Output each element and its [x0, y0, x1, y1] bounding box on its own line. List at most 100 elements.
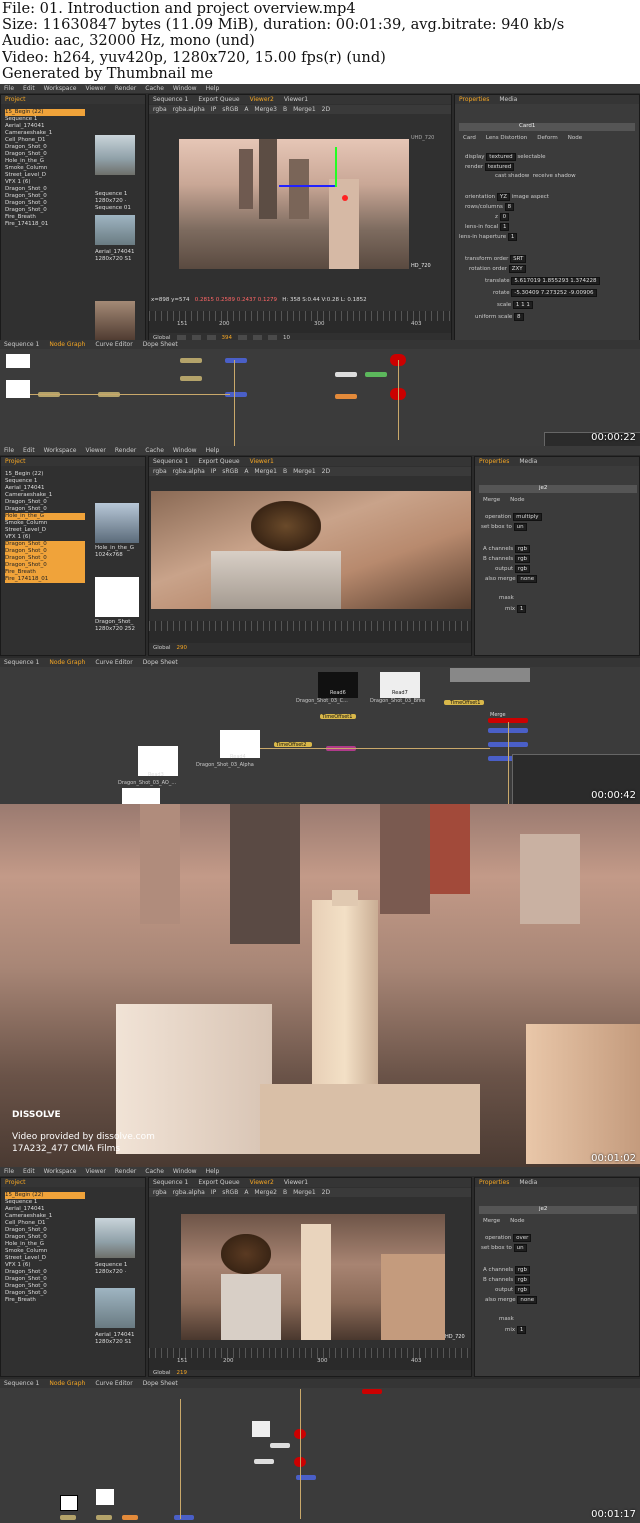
tree-item[interactable]: Fire_174118_01 [5, 576, 85, 583]
tree-item[interactable]: Fire_Breath [5, 214, 85, 221]
tree-item[interactable]: Smoke_Column [5, 165, 85, 172]
tab-viewer1[interactable]: Viewer1 [284, 1178, 308, 1187]
viewer-image-city[interactable] [179, 139, 409, 269]
tab-merge[interactable]: Merge [483, 497, 500, 503]
z-field[interactable]: 0 [499, 213, 510, 221]
tab-export-queue[interactable]: Export Queue [198, 1178, 239, 1187]
tree-item[interactable]: Aerial_174041 [5, 1206, 85, 1213]
alpha-select[interactable]: rgba.alpha [173, 105, 205, 114]
tree-item[interactable]: 15_Begin (22) [5, 1192, 85, 1199]
alpha-select[interactable]: rgba.alpha [173, 1188, 205, 1197]
tree-item[interactable]: Street_Level_D [5, 527, 85, 534]
b-channels-select[interactable]: rgb [514, 555, 531, 563]
tree-item[interactable]: Hole_in_the_G [5, 1241, 85, 1248]
node[interactable] [254, 1459, 274, 1464]
mix-field[interactable]: 1 [516, 1326, 527, 1334]
menu-cache[interactable]: Cache [145, 84, 164, 93]
menu-file[interactable]: File [4, 446, 14, 455]
display-select[interactable]: textured [486, 153, 516, 161]
read-thumbnail[interactable] [60, 1495, 78, 1511]
colorspace-select[interactable]: sRGB [222, 467, 238, 476]
tree-item[interactable]: Dragon_Shot_0 [5, 144, 85, 151]
also-merge-select[interactable]: none [517, 575, 538, 583]
b-input-select[interactable]: Merge1 [293, 105, 316, 114]
menu-window[interactable]: Window [173, 446, 197, 455]
tab-export-queue[interactable]: Export Queue [198, 95, 239, 104]
tab-viewer2[interactable]: Viewer2 [250, 1178, 274, 1187]
tree-item[interactable]: Dragon_Shot_0 [5, 200, 85, 207]
tree-item[interactable]: Cameraeshake_1 [5, 1213, 85, 1220]
viewer-image-dragon[interactable] [151, 491, 471, 609]
tab-card[interactable]: Card [463, 135, 476, 141]
tab-dope-sheet[interactable]: Dope Sheet [143, 658, 178, 667]
tab-properties[interactable]: Properties [459, 95, 489, 104]
also-merge-select[interactable]: none [517, 1296, 538, 1304]
menu-edit[interactable]: Edit [23, 446, 35, 455]
tab-sequence[interactable]: Sequence 1 [153, 1178, 188, 1187]
tab-dope-sheet[interactable]: Dope Sheet [143, 1379, 178, 1388]
gizmo-y-axis[interactable] [335, 147, 337, 187]
menu-viewer[interactable]: Viewer [85, 84, 105, 93]
tab-viewer2[interactable]: Viewer2 [250, 95, 274, 104]
node-name[interactable]: je2 [539, 485, 547, 491]
timeline[interactable]: 151 200 300 403 [149, 1348, 471, 1370]
node-thumbnail[interactable] [6, 380, 30, 398]
menu-workspace[interactable]: Workspace [44, 1167, 77, 1176]
tab-properties[interactable]: Properties [479, 1178, 509, 1187]
cast-shadow-check[interactable]: cast shadow [495, 173, 529, 179]
frame-field[interactable]: 290 [177, 645, 188, 651]
thumb-aerial[interactable] [95, 1288, 135, 1328]
thumb-hole[interactable] [95, 503, 139, 543]
tree-item[interactable]: Dragon_Shot_0 [5, 1290, 85, 1297]
ip-button[interactable]: IP [211, 467, 216, 476]
global-select[interactable]: Global [153, 645, 171, 651]
tree-item[interactable]: Sequence 1 [5, 478, 85, 485]
tree-item[interactable]: VFX 1 (6) [5, 1262, 85, 1269]
tab-deform[interactable]: Deform [537, 135, 557, 141]
tab-node-graph[interactable]: Node Graph [49, 340, 85, 349]
node[interactable] [335, 372, 357, 377]
tab-project[interactable]: Project [5, 95, 26, 104]
operation-select[interactable]: multiply [513, 513, 542, 521]
node[interactable] [296, 1475, 316, 1480]
tab-merge[interactable]: Merge [483, 1218, 500, 1224]
tree-item[interactable]: Dragon_Shot_0 [5, 1234, 85, 1241]
orientation-select[interactable]: YZ [496, 193, 510, 201]
tree-item[interactable]: Dragon_Shot_0 [5, 151, 85, 158]
tree-item[interactable]: Dragon_Shot_0 [5, 541, 85, 548]
tab-sequence-bottom[interactable]: Sequence 1 [4, 658, 39, 667]
node[interactable] [225, 358, 247, 363]
transform-order-select[interactable]: SRT [510, 255, 527, 263]
colorspace-select[interactable]: sRGB [222, 105, 238, 114]
timeline-ruler[interactable] [149, 621, 471, 631]
ip-button[interactable]: IP [211, 1188, 216, 1197]
channel-select[interactable]: rgba [153, 105, 167, 114]
tab-export-queue[interactable]: Export Queue [198, 457, 239, 466]
tab-curve-editor[interactable]: Curve Editor [95, 1379, 132, 1388]
channel-select[interactable]: rgba [153, 467, 167, 476]
node[interactable] [122, 1515, 138, 1520]
menu-edit[interactable]: Edit [23, 84, 35, 93]
view-mode-select[interactable]: 2D [322, 1188, 330, 1197]
colorspace-select[interactable]: sRGB [222, 1188, 238, 1197]
tree-item[interactable]: Sequence 1 [5, 1199, 85, 1206]
menu-window[interactable]: Window [173, 84, 197, 93]
menu-cache[interactable]: Cache [145, 446, 164, 455]
tree-item[interactable]: Street_Level_D [5, 1255, 85, 1262]
tab-project[interactable]: Project [5, 1178, 26, 1187]
a-input-select[interactable]: Merge3 [254, 105, 277, 114]
b-channels-select[interactable]: rgb [514, 1276, 531, 1284]
tree-item[interactable]: 15_Begin (22) [5, 471, 85, 478]
tree-item[interactable]: Aerial_174041 [5, 485, 85, 492]
tree-item[interactable]: Dragon_Shot_0 [5, 186, 85, 193]
menu-workspace[interactable]: Workspace [44, 446, 77, 455]
tree-item[interactable]: Cell_Phone_D1 [5, 1220, 85, 1227]
tree-item[interactable]: Hole_in_the_G [5, 158, 85, 165]
tree-item[interactable]: Dragon_Shot_0 [5, 555, 85, 562]
node[interactable] [180, 376, 202, 381]
tree-item[interactable]: Cameraeshake_1 [5, 492, 85, 499]
render-select[interactable]: textured [484, 163, 515, 171]
timeline-ruler[interactable] [149, 1348, 471, 1358]
menu-render[interactable]: Render [115, 1167, 136, 1176]
tree-item[interactable]: Dragon_Shot_0 [5, 499, 85, 506]
